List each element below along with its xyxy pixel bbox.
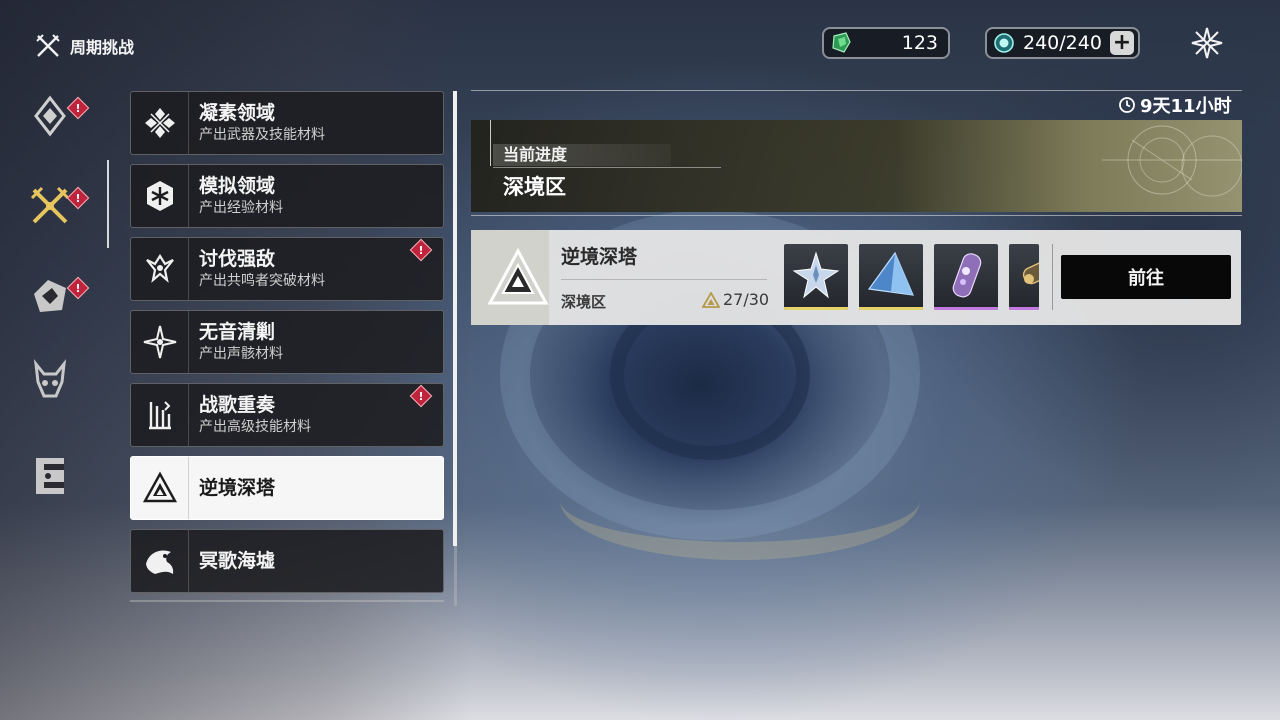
scrollbar-thumb[interactable]: [453, 91, 457, 546]
category-name: 无音清剿: [199, 321, 276, 343]
reward-item[interactable]: [859, 244, 923, 310]
category-name: 冥歌海墟: [199, 550, 276, 572]
beast-claw-icon: [145, 253, 174, 283]
blue-pyramid-icon: [867, 251, 914, 296]
diamond-emblem-icon: [34, 95, 66, 137]
go-button[interactable]: 前往: [1061, 255, 1231, 299]
monster-emblem-icon: [34, 280, 66, 312]
sea-beast-icon: [145, 550, 173, 574]
currency-stamina[interactable]: 240/240 +: [985, 27, 1140, 59]
category-desc: 产出声骸材料: [199, 346, 283, 362]
harp-icon: [148, 401, 171, 430]
category-item[interactable]: 无音清剿 产出声骸材料: [130, 310, 444, 374]
reward-item[interactable]: [1009, 244, 1039, 310]
category-item-active[interactable]: 逆境深塔: [130, 456, 444, 520]
gold-tube-icon: [1022, 256, 1039, 285]
side-nav-item-5[interactable]: [26, 452, 74, 500]
challenge-card[interactable]: 逆境深塔 深境区 27/30 前往: [471, 230, 1241, 325]
page-title-text: 周期挑战: [70, 38, 135, 57]
category-name: 凝素领域: [199, 102, 276, 124]
category-item[interactable]: 讨伐强敌 产出共鸣者突破材料 !: [130, 237, 444, 301]
currency-stamina-value: 240/240: [1023, 32, 1102, 54]
currency-crystal-value: 123: [901, 32, 938, 54]
crossed-swords-icon: [36, 34, 60, 57]
panel-divider: [471, 90, 1242, 91]
challenge-score: 27/30: [702, 290, 769, 309]
banner-ornament: [1102, 125, 1242, 197]
clock-icon: [1119, 97, 1135, 113]
progress-value: 深境区: [503, 175, 566, 199]
rarity-bar: [1009, 307, 1039, 310]
rarity-bar: [934, 307, 998, 310]
challenge-title: 逆境深塔: [561, 246, 638, 268]
rarity-bar: [784, 307, 848, 310]
triangle-tower-icon: [142, 471, 177, 503]
category-desc: 产出经验材料: [199, 200, 283, 216]
alert-badge: !: [409, 384, 433, 408]
challenge-area: 深境区: [561, 293, 607, 311]
category-item[interactable]: 凝素领域 产出武器及技能材料: [130, 91, 444, 155]
category-item[interactable]: 模拟领域 产出经验材料: [130, 164, 444, 228]
page-title: 周期挑战: [34, 32, 134, 60]
crystal-cross-icon: [144, 108, 175, 138]
category-name: 战歌重奏: [199, 394, 276, 416]
challenge-score-value: 27/30: [723, 290, 770, 309]
purple-capsule-icon: [952, 253, 982, 298]
add-stamina-button[interactable]: +: [1110, 31, 1134, 55]
progress-banner: 当前进度 深境区: [471, 120, 1242, 212]
background-glow-arc: [560, 440, 920, 560]
progress-label: 当前进度: [503, 145, 568, 164]
sparkle-star-icon: [143, 325, 176, 359]
category-desc: 产出共鸣者突破材料: [199, 273, 325, 289]
category-item[interactable]: 冥歌海墟: [130, 529, 444, 593]
category-item[interactable]: 战歌重奏 产出高级技能材料 !: [130, 383, 444, 447]
reset-timer-text: 9天11小时: [1140, 96, 1232, 117]
reset-timer: 9天11小时: [1118, 93, 1232, 117]
reward-item[interactable]: [784, 244, 848, 310]
side-nav-item-2[interactable]: !: [26, 182, 90, 230]
demon-head-icon: [33, 359, 67, 398]
side-nav-item-1[interactable]: !: [26, 92, 90, 140]
category-desc: 产出武器及技能材料: [199, 127, 325, 143]
hex-circuit-icon: [146, 181, 173, 211]
star-crystal-icon: [792, 251, 840, 299]
panel-divider: [471, 215, 1242, 216]
currency-crystal[interactable]: 123: [822, 27, 950, 59]
alert-badge: !: [409, 238, 433, 262]
side-nav-item-4[interactable]: [26, 356, 74, 404]
side-nav-item-3[interactable]: !: [26, 272, 90, 320]
list-divider: [130, 600, 444, 602]
triangle-tower-icon: [487, 248, 549, 305]
category-name: 讨伐强敌: [199, 248, 276, 270]
category-desc: 产出高级技能材料: [199, 419, 311, 435]
category-name: 逆境深塔: [199, 477, 276, 499]
crossed-swords-icon: [30, 186, 70, 224]
reward-item[interactable]: [934, 244, 998, 310]
gate-icon: [36, 458, 64, 494]
side-nav-selected-marker: [107, 160, 109, 248]
triangle-badge-icon: [702, 291, 720, 308]
rarity-bar: [859, 307, 923, 310]
close-star-icon[interactable]: [1188, 24, 1226, 62]
category-name: 模拟领域: [199, 175, 276, 197]
stamina-orb-icon: [994, 33, 1014, 53]
green-crystal-icon: [832, 32, 851, 53]
